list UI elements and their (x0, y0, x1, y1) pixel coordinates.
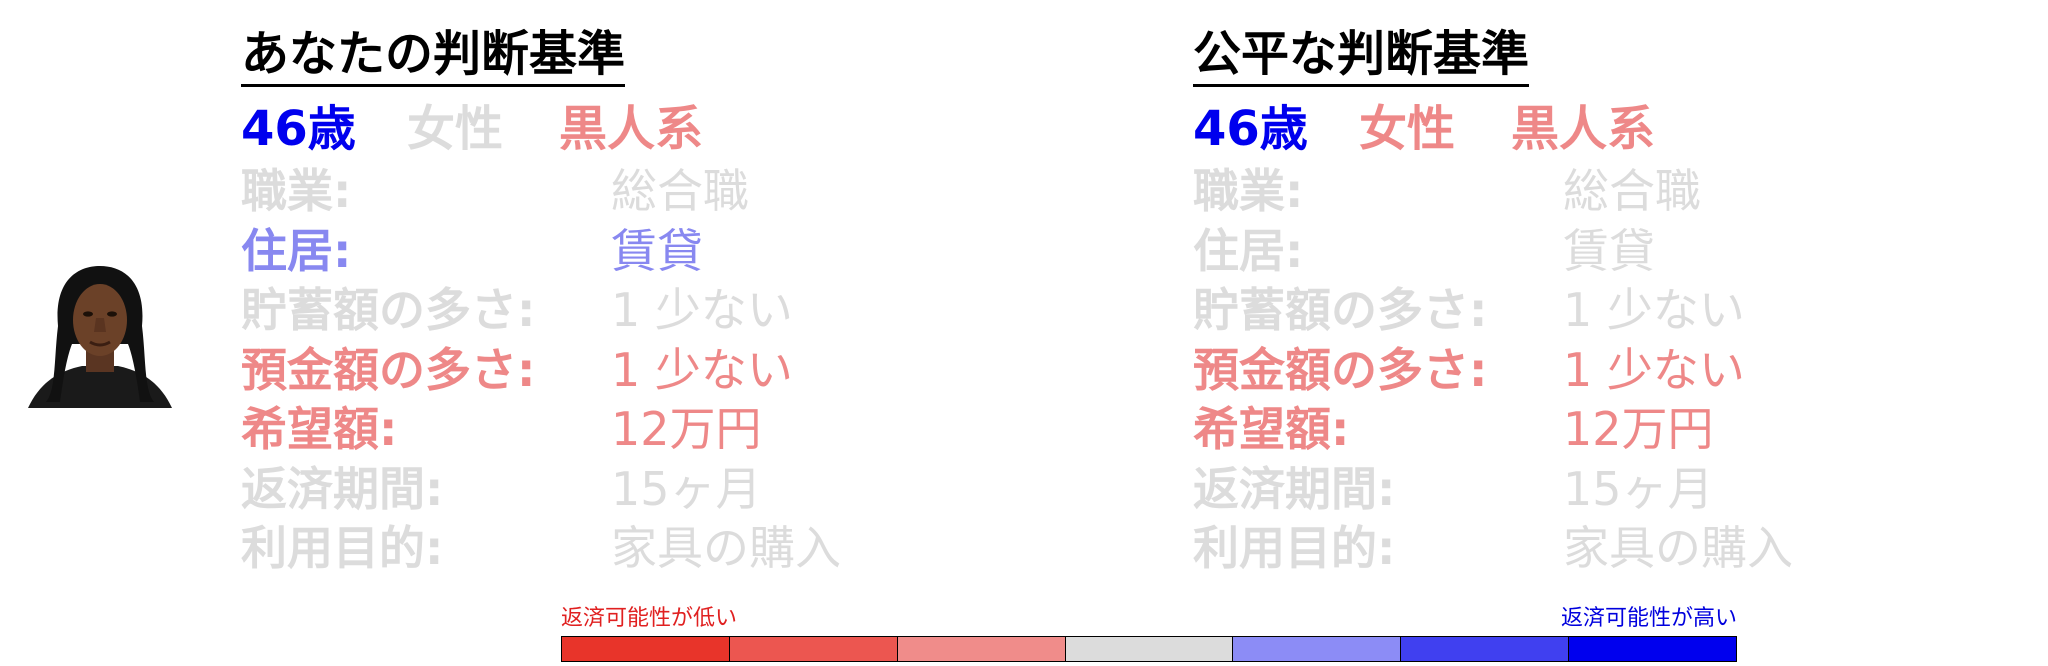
scale-segment (1065, 637, 1234, 661)
row-desired-amount: 希望額: 12万円 (241, 399, 961, 459)
row-deposit: 預金額の多さ: 1 少ない (1193, 340, 1913, 400)
row-value: 1 少ない (1563, 342, 1745, 397)
row-label: 住居: (1193, 223, 1304, 278)
row-label: 預金額の多さ: (241, 342, 536, 397)
scale-low-label: 返済可能性が低い (561, 606, 738, 631)
row-value: 総合職 (1563, 164, 1701, 218)
scale-segment (562, 637, 730, 661)
row-housing: 住居: 賃貸 (241, 221, 961, 281)
ethnicity-value: 黒人系 (1511, 101, 1656, 157)
age-value: 46歳 (1193, 101, 1308, 157)
row-value: 家具の購入 (1563, 521, 1793, 575)
row-value: 1 少ない (611, 283, 793, 337)
row-label: 職業: (241, 164, 352, 218)
color-scale-bar (561, 636, 1737, 662)
row-label: 希望額: (1193, 402, 1350, 456)
demographics: 46歳 女性 黒人系 (241, 99, 961, 161)
row-label: 利用目的: (1193, 521, 1396, 575)
row-purpose: 利用目的: 家具の購入 (241, 518, 961, 578)
age-value: 46歳 (241, 101, 356, 157)
row-label: 返済期間: (1193, 461, 1396, 516)
panel-title: 公平な判断基準 (1193, 26, 1530, 87)
row-label: 職業: (1193, 164, 1304, 218)
row-label: 住居: (241, 223, 352, 278)
row-value: 賃貸 (1563, 223, 1655, 278)
row-label: 利用目的: (241, 521, 444, 575)
row-label: 返済期間: (241, 461, 444, 516)
gender-value: 女性 (407, 101, 504, 157)
row-label: 希望額: (241, 402, 398, 456)
row-savings: 貯蓄額の多さ: 1 少ない (241, 280, 961, 340)
scale-segment (1569, 637, 1737, 661)
row-repayment-period: 返済期間: 15ヶ月 (241, 459, 961, 519)
row-value: 賃貸 (611, 223, 703, 278)
row-label: 貯蓄額の多さ: (1193, 283, 1488, 337)
row-value: 1 少ない (611, 342, 793, 397)
scale-segment (1401, 637, 1570, 661)
scale-high-label: 返済可能性が高い (1560, 606, 1737, 631)
row-value: 1 少ない (1563, 283, 1745, 337)
row-repayment-period: 返済期間: 15ヶ月 (1193, 459, 1913, 519)
row-desired-amount: 希望額: 12万円 (1193, 399, 1913, 459)
row-occupation: 職業: 総合職 (241, 161, 961, 221)
scale-segment (897, 637, 1066, 661)
row-value: 家具の購入 (611, 521, 841, 575)
row-value: 総合職 (611, 164, 749, 218)
scale-segment (729, 637, 898, 661)
row-deposit: 預金額の多さ: 1 少ない (241, 340, 961, 400)
row-value: 15ヶ月 (1563, 461, 1714, 516)
demographics: 46歳 女性 黒人系 (1193, 99, 1913, 161)
row-housing: 住居: 賃貸 (1193, 221, 1913, 281)
scale-segment (1233, 637, 1402, 661)
row-value: 12万円 (611, 402, 762, 456)
person-photo (24, 262, 176, 408)
row-occupation: 職業: 総合職 (1193, 161, 1913, 221)
row-value: 15ヶ月 (611, 461, 762, 516)
panel-title: あなたの判断基準 (241, 26, 626, 87)
row-label: 貯蓄額の多さ: (241, 283, 536, 337)
panel-your-criteria: あなたの判断基準 46歳 女性 黒人系 職業: 総合職 住居: 賃貸 貯蓄額の多さ:… (241, 26, 961, 578)
ethnicity-value: 黒人系 (559, 101, 704, 157)
gender-value: 女性 (1359, 101, 1456, 157)
panel-fair-criteria: 公平な判断基準 46歳 女性 黒人系 職業: 総合職 住居: 賃貸 貯蓄額の多さ: … (1193, 26, 1913, 578)
row-value: 12万円 (1563, 402, 1714, 456)
row-purpose: 利用目的: 家具の購入 (1193, 518, 1913, 578)
row-savings: 貯蓄額の多さ: 1 少ない (1193, 280, 1913, 340)
row-label: 預金額の多さ: (1193, 342, 1488, 397)
